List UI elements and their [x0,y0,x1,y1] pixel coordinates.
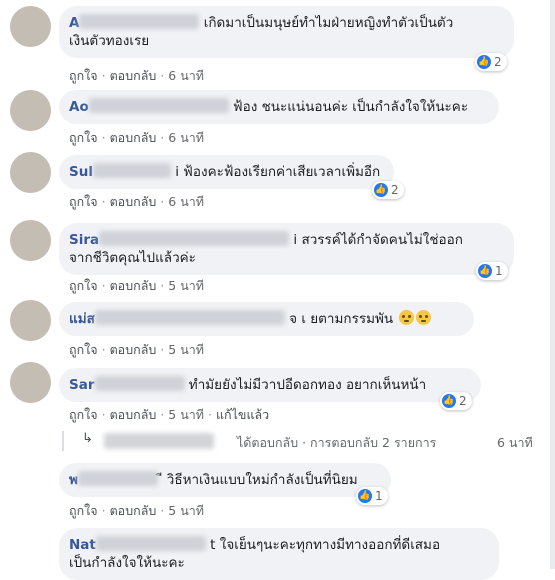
commenter-name[interactable]: พ [69,472,78,488]
comment-bubble: Ao ฟ้อง ชนะแน่นอนค่ะ เป็นกำลังใจให้นะคะ [59,90,499,124]
comment-line: Nat t ใจเย็นๆนะคะทุกทางมีทางออกที่ดีเสมอ [69,536,487,554]
reaction-count[interactable]: 👍 2 [475,53,507,71]
comment-bubble: A เกิดมาเป็นมนุษย์ทำไมฝ่ายหญิงทำตัวเป็นต… [59,6,514,58]
comment-line: Sira i สวรรค์ได้กำจัดคนไม่ใช่ออก [69,231,502,249]
thumbs-up-icon: 👍 [374,183,388,197]
avatar[interactable] [10,220,51,261]
comment-meta: ถูกใจ · ตอบกลับ · 5 นาที [69,278,205,293]
reply-summary-time[interactable]: 6 นาที [497,433,533,453]
like-link[interactable]: ถูกใจ [69,130,98,145]
comment-bubble: Nat t ใจเย็นๆนะคะทุกทางมีทางออกที่ดีเสมอ… [59,528,499,580]
comment-meta: ถูกใจ · ตอบกลับ · 6 นาที [69,194,205,209]
avatar[interactable] [10,300,51,341]
view-replies-link[interactable]: ↳ ได้ตอบกลับ · การตอบกลับ 2 รายการ 6 นาท… [62,431,547,451]
reaction-count[interactable]: 👍 2 [440,392,472,410]
name-redaction [99,231,290,246]
reply-link[interactable]: ตอบกลับ [110,130,157,145]
comment-bubble: แม่ส จ เ ยตามกรรมพัน [59,302,474,336]
commenter-name[interactable]: Ao [69,99,89,115]
reply-link[interactable]: ตอบกลับ [110,68,157,83]
name-redaction [94,310,285,325]
commenter-name[interactable]: Sul [69,164,93,180]
reaction-count[interactable]: 👍 1 [476,262,508,280]
rolling-eyes-emoji-icon [399,310,415,325]
thumbs-up-icon: 👍 [477,55,491,69]
timestamp[interactable]: 6 นาที [168,130,204,145]
comment-text: เป็นกำลังใจให้นะคะ [69,555,185,571]
comment-text: เงินตัวทองเรย [69,33,150,49]
reply-thread-line [62,431,64,451]
avatar[interactable] [10,6,51,47]
comment-text: ี วิธีหาเงินแบบใหม่กำลังเป็นที่นิยม [162,472,358,488]
rolling-eyes-emoji-icon [416,310,432,325]
commenter-name[interactable]: Nat [69,537,96,553]
page-edge [550,0,555,569]
reaction-count[interactable]: 👍 1 [356,487,388,505]
comment-meta: ถูกใจ · ตอบกลับ · 5 นาที · แก้ไขแล้ว [69,407,270,422]
thumbs-up-icon: 👍 [358,489,372,503]
comment-meta: ถูกใจ · ตอบกลับ · 6 นาที [69,68,205,83]
comment-text: i สวรรค์ได้กำจัดคนไม่ใช่ออก [293,232,463,248]
comment-bubble: พ ี วิธีหาเงินแบบใหม่กำลังเป็นที่นิยม [59,463,391,497]
comment-text: ทำมัยยังไม่มีวาปอีดอกทอง อยากเห็นหน้า [188,377,427,393]
reply-link[interactable]: ตอบกลับ [110,278,157,293]
comment-meta: ถูกใจ · ตอบกลับ · 5 นาที [69,503,205,518]
comment-text: จากชีวิตคุณไปแล้วค่ะ [69,250,196,266]
comment-line: พ ี วิธีหาเงินแบบใหม่กำลังเป็นที่นิยม [69,471,379,489]
name-redaction [94,376,185,391]
name-redaction [88,98,229,113]
commenter-name[interactable]: Sar [69,377,95,393]
comment-bubble: Sira i สวรรค์ได้กำจัดคนไม่ใช่ออก จากชีวิ… [59,223,514,275]
avatar[interactable] [10,362,51,403]
comment-line: Ao ฟ้อง ชนะแน่นอนค่ะ เป็นกำลังใจให้นะคะ [69,98,487,116]
comment-meta: ถูกใจ · ตอบกลับ · 5 นาที [69,342,205,357]
edited-label[interactable]: แก้ไขแล้ว [216,407,269,422]
timestamp[interactable]: 5 นาที [168,278,204,293]
avatar[interactable] [10,90,51,131]
timestamp[interactable]: 5 นาที [168,342,204,357]
comment-text: เกิดมาเป็นมนุษย์ทำไมฝ่ายหญิงทำตัวเป็นตัว [203,15,454,31]
reply-arrow-icon: ↳ [82,431,93,446]
timestamp[interactable]: 5 นาที [168,407,204,422]
comment-line: A เกิดมาเป็นมนุษย์ทำไมฝ่ายหญิงทำตัวเป็นต… [69,14,502,32]
reaction-count[interactable]: 👍 2 [372,181,404,199]
comment-bubble: Sul i ฟ้องคะฟ้องเรียกค่าเสียเวลาเพิ่มอีก [59,155,394,189]
comment-bubble: Sar ทำมัยยังไม่มีวาปอีดอกทอง อยากเห็นหน้… [59,368,481,402]
reply-link[interactable]: ตอบกลับ [110,342,157,357]
comment-meta: ถูกใจ · ตอบกลับ · 6 นาที [69,130,205,145]
reply-link[interactable]: ตอบกลับ [110,194,157,209]
like-link[interactable]: ถูกใจ [69,68,98,83]
comment-line: Sul i ฟ้องคะฟ้องเรียกค่าเสียเวลาเพิ่มอีก [69,163,382,181]
comment-text: i ฟ้องคะฟ้องเรียกค่าเสียเวลาเพิ่มอีก [175,164,381,180]
reply-summary-text[interactable]: ได้ตอบกลับ · การตอบกลับ 2 รายการ [237,433,436,453]
like-link[interactable]: ถูกใจ [69,278,98,293]
replier-redaction [104,433,214,449]
comment-line: แม่ส จ เ ยตามกรรมพัน [69,310,462,328]
timestamp[interactable]: 6 นาที [168,194,204,209]
name-redaction [95,536,206,551]
commenter-name[interactable]: แม่ส [69,311,95,327]
like-link[interactable]: ถูกใจ [69,194,98,209]
name-redaction [77,471,158,486]
thumbs-up-icon: 👍 [442,394,456,408]
commenter-name[interactable]: Sira [69,232,99,248]
name-redaction [92,163,171,178]
like-link[interactable]: ถูกใจ [69,342,98,357]
avatar[interactable] [10,152,51,193]
reply-link[interactable]: ตอบกลับ [110,503,157,518]
name-redaction [79,14,200,29]
timestamp[interactable]: 5 นาที [168,503,204,518]
comment-text: จ เ ยตามกรรมพัน [289,311,394,327]
timestamp[interactable]: 6 นาที [168,68,204,83]
like-link[interactable]: ถูกใจ [69,503,98,518]
thumbs-up-icon: 👍 [478,264,492,278]
commenter-name[interactable]: A [69,15,79,31]
comment-text: t ใจเย็นๆนะคะทุกทางมีทางออกที่ดีเสมอ [210,537,441,553]
reply-link[interactable]: ตอบกลับ [110,407,157,422]
comment-text: ฟ้อง ชนะแน่นอนค่ะ เป็นกำลังใจให้นะคะ [233,99,469,115]
like-link[interactable]: ถูกใจ [69,407,98,422]
comment-line: Sar ทำมัยยังไม่มีวาปอีดอกทอง อยากเห็นหน้… [69,376,469,394]
